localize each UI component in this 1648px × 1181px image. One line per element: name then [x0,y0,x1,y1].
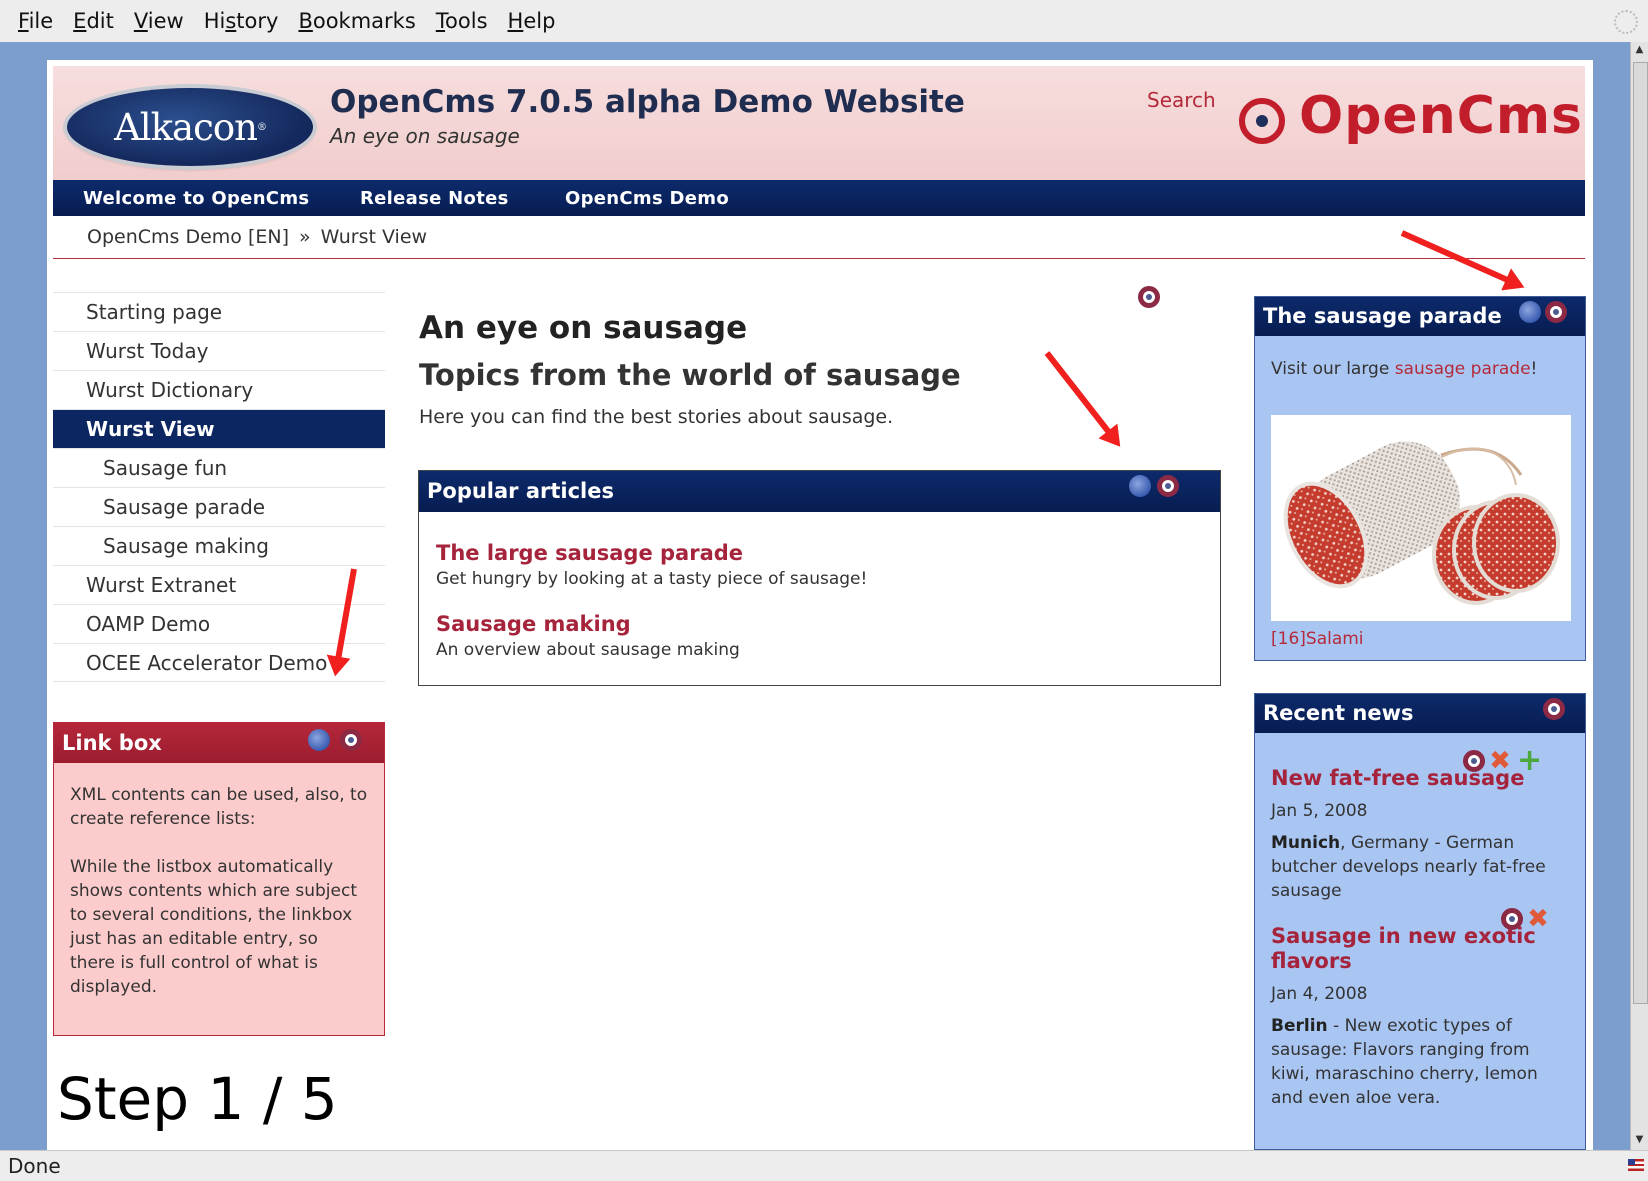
news-item: New fat-free sausage Jan 5, 2008 Munich,… [1271,766,1571,903]
sidebar-item-oamp-demo[interactable]: OAMP Demo [53,604,385,643]
article-link[interactable]: The large sausage parade [436,541,867,565]
link-box-header: Link box [54,723,384,763]
news-description: Berlin - New exotic types of sausage: Fl… [1271,1016,1538,1108]
article-item: The large sausage parade Get hungry by l… [436,541,867,589]
link-box-text: While the listbox automatically shows co… [70,857,357,997]
page-lead-text: Here you can find the best stories about… [419,406,894,428]
nav-opencms-demo[interactable]: OpenCms Demo [565,188,729,209]
link-box-text: XML contents can be used, also, to creat… [70,785,368,829]
move-icon[interactable] [308,729,330,751]
sidebar-item-sausage-parade[interactable]: Sausage parade [53,487,385,526]
article-link[interactable]: Sausage making [436,612,740,636]
web-page: Alkacon ® OpenCms 7.0.5 alpha Demo Websit… [47,60,1593,1150]
edit-icon[interactable] [1138,286,1160,308]
sidebar-item-sausage-fun[interactable]: Sausage fun [53,448,385,487]
sidebar-item-wurst-view[interactable]: Wurst View [53,409,385,448]
sidebar-item-wurst-dictionary[interactable]: Wurst Dictionary [53,370,385,409]
opencms-logo-icon [1239,98,1285,144]
sausage-parade-title: The sausage parade [1263,304,1502,328]
nav-welcome[interactable]: Welcome to OpenCms [83,188,309,209]
link-box-body: XML contents can be used, also, to creat… [54,763,384,1043]
annotation-arrow [1044,351,1115,438]
opencms-logo[interactable]: OpenCms [1239,86,1582,156]
menu-edit[interactable]: Edit [73,9,114,33]
site-header: Alkacon ® OpenCms 7.0.5 alpha Demo Websit… [53,66,1585,180]
site-subtitle: An eye on sausage [330,124,520,148]
scrollbar-thumb[interactable] [1633,62,1648,1004]
recent-news-box: Recent news New fat-free sausage Jan 5, … [1254,693,1586,1150]
menu-help[interactable]: Help [508,9,556,33]
edit-icon[interactable] [1463,750,1485,772]
nav-release-notes[interactable]: Release Notes [360,188,509,209]
link-box-title: Link box [62,731,162,755]
sausage-parade-text: Visit our large sausage parade! [1271,359,1538,379]
breadcrumb-divider [53,258,1585,259]
browser-menubar: File Edit View History Bookmarks Tools H… [0,0,1648,42]
sidebar-item-wurst-extranet[interactable]: Wurst Extranet [53,565,385,604]
popular-articles-header: Popular articles [419,471,1220,512]
breadcrumb-item[interactable]: Wurst View [321,226,427,248]
move-icon[interactable] [1519,301,1541,323]
article-description: An overview about sausage making [436,640,740,660]
sidebar-item-starting-page[interactable]: Starting page [53,292,385,331]
scroll-down-icon[interactable]: ▼ [1633,1134,1646,1148]
edit-icon[interactable] [1545,301,1567,323]
page-title: An eye on sausage [419,310,748,346]
site-title: OpenCms 7.0.5 alpha Demo Website [330,84,965,120]
search-link[interactable]: Search [1147,88,1216,112]
scroll-up-icon[interactable]: ▲ [1633,44,1646,58]
salami-image[interactable] [1271,415,1571,621]
recent-news-title: Recent news [1263,701,1414,725]
sausage-parade-header: The sausage parade [1255,297,1585,336]
image-caption-link[interactable]: [16]Salami [1271,629,1364,649]
sidebar-navigation: Starting page Wurst Today Wurst Dictiona… [53,292,385,682]
alkacon-logo[interactable]: Alkacon ® [67,88,313,166]
news-description: Munich, Germany - German butcher develop… [1271,833,1546,901]
sidebar-item-sausage-making[interactable]: Sausage making [53,526,385,565]
edit-icon[interactable] [340,729,362,751]
news-title-link[interactable]: Sausage in new exotic flavors [1271,924,1571,974]
step-label: Step 1 / 5 [57,1065,338,1133]
menu-view[interactable]: View [134,9,184,33]
throbber-icon [1614,10,1638,34]
menu-tools[interactable]: Tools [436,9,488,33]
menu-file[interactable]: File [18,9,53,33]
edit-icon[interactable] [1501,908,1523,930]
popular-articles-box: Popular articles The large sausage parad… [418,470,1221,686]
edit-icon[interactable] [1157,475,1179,497]
menu-history[interactable]: History [204,9,279,33]
edit-icon[interactable] [1543,698,1565,720]
news-date: Jan 5, 2008 [1271,801,1368,821]
news-item: Sausage in new exotic flavors Jan 4, 200… [1271,924,1571,1110]
move-icon[interactable] [1129,475,1151,497]
news-date: Jan 4, 2008 [1271,984,1368,1004]
breadcrumb-item[interactable]: OpenCms Demo [EN] [87,226,289,248]
article-item: Sausage making An overview about sausage… [436,612,740,660]
top-navigation: Welcome to OpenCms Release Notes OpenCms… [53,180,1585,216]
article-description: Get hungry by looking at a tasty piece o… [436,569,868,589]
recent-news-header: Recent news [1255,694,1585,733]
sidebar-item-wurst-today[interactable]: Wurst Today [53,331,385,370]
browser-statusbar: Done [0,1150,1648,1181]
link-box: Link box XML contents can be used, also,… [53,722,385,1036]
delete-icon[interactable]: ✖ [1489,748,1511,774]
sausage-parade-box: The sausage parade Visit our large sausa… [1254,296,1586,661]
delete-icon[interactable]: ✖ [1527,906,1549,932]
status-text: Done [8,1154,61,1178]
add-icon[interactable]: + [1517,746,1542,776]
sausage-parade-link[interactable]: sausage parade [1395,359,1531,379]
page-subtitle: Topics from the world of sausage [419,358,961,392]
popular-articles-title: Popular articles [427,479,614,503]
menu-bookmarks[interactable]: Bookmarks [298,9,415,33]
flag-icon [1628,1159,1644,1171]
vertical-scrollbar[interactable]: ▲ ▼ [1630,42,1648,1150]
breadcrumb: OpenCms Demo [EN]» Wurst View [87,226,428,248]
